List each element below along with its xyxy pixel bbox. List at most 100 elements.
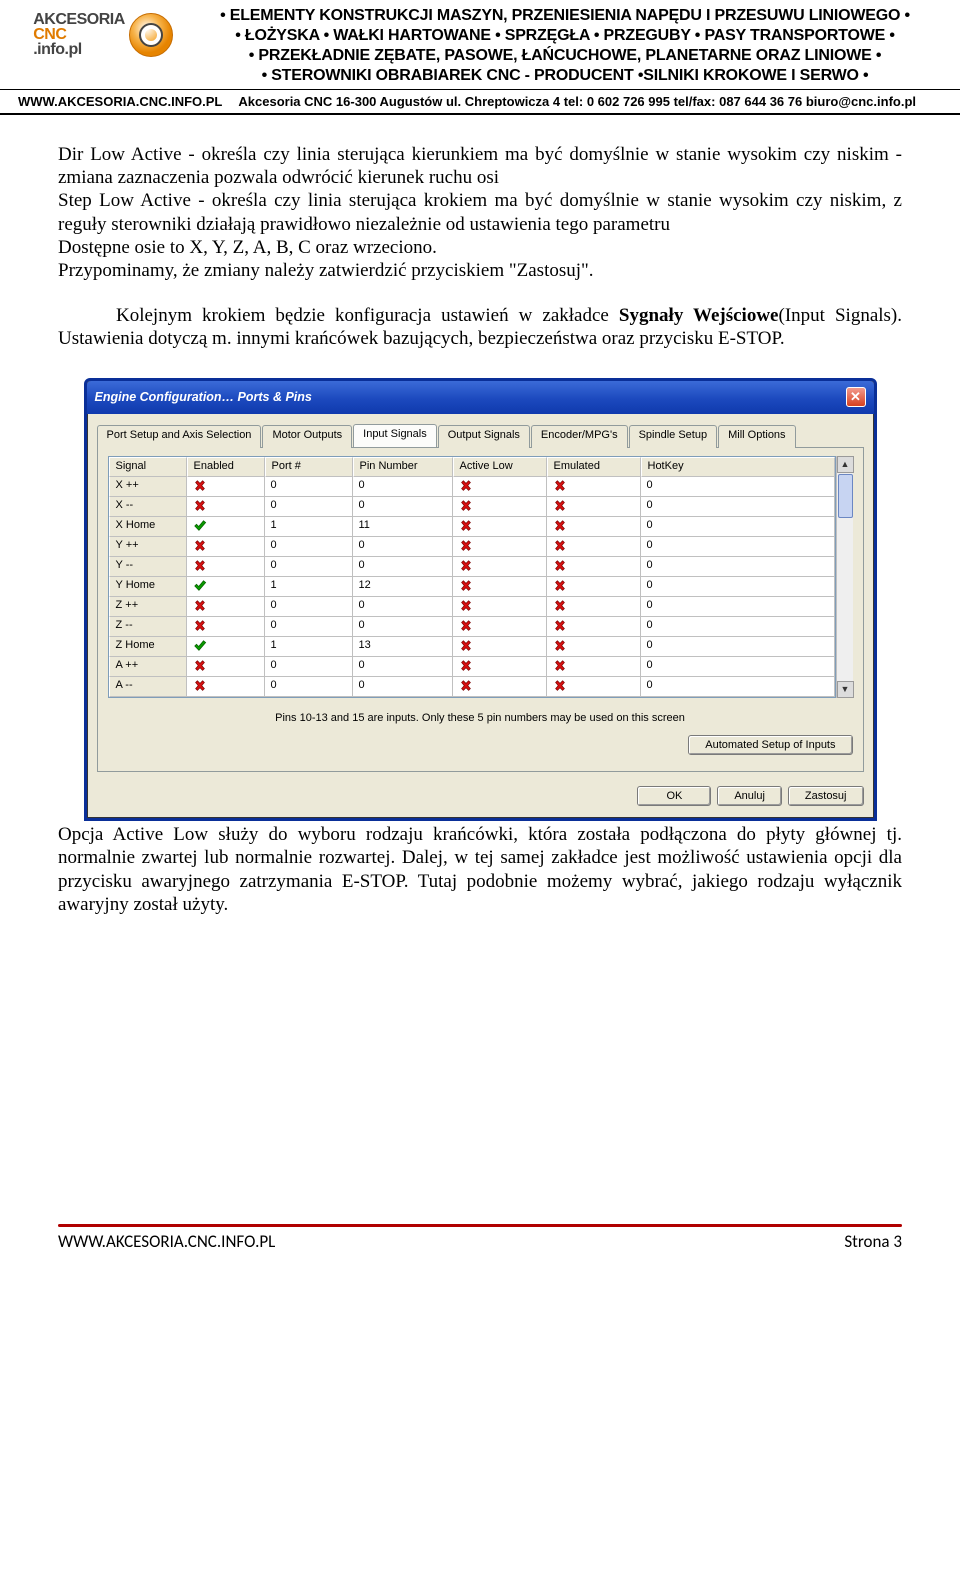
banner-line-1: • ELEMENTY KONSTRUKCJI MASZYN, PRZENIESI… [188,6,942,26]
arrow-up-glyph: ▲ [841,459,850,470]
cross-icon[interactable] [453,517,547,537]
col-header-signal[interactable]: Signal [109,457,187,477]
cross-icon[interactable] [547,617,641,637]
cell-hotkey[interactable]: 0 [641,597,835,617]
cancel-button[interactable]: Anuluj [717,786,782,806]
cell-hotkey[interactable]: 0 [641,577,835,597]
col-header-enabled[interactable]: Enabled [187,457,265,477]
check-icon[interactable] [187,577,265,597]
cross-icon[interactable] [453,537,547,557]
cross-icon[interactable] [187,557,265,577]
cross-icon[interactable] [547,637,641,657]
cell-port[interactable]: 0 [265,537,353,557]
cross-icon[interactable] [547,557,641,577]
cross-icon[interactable] [453,657,547,677]
tab-motor-outputs[interactable]: Motor Outputs [262,425,352,447]
cell-pin-number[interactable]: 0 [353,597,453,617]
automated-setup-button[interactable]: Automated Setup of Inputs [688,735,852,755]
logo-block: AKCESORIA CNC .info.pl [18,6,188,86]
cell-pin-number[interactable]: 0 [353,537,453,557]
cell-hotkey[interactable]: 0 [641,637,835,657]
col-header-active-low[interactable]: Active Low [453,457,547,477]
cell-signal: Y ++ [109,537,187,557]
tab-mill-options[interactable]: Mill Options [718,425,795,447]
scroll-up-icon[interactable]: ▲ [837,456,854,473]
cell-port[interactable]: 1 [265,517,353,537]
cell-port[interactable]: 0 [265,557,353,577]
check-icon[interactable] [187,517,265,537]
cell-hotkey[interactable]: 0 [641,657,835,677]
tab-input-signals[interactable]: Input Signals [353,424,437,446]
cross-icon[interactable] [547,677,641,697]
cross-icon[interactable] [547,537,641,557]
cell-pin-number[interactable]: 0 [353,497,453,517]
check-icon[interactable] [187,637,265,657]
col-header-hotkey[interactable]: HotKey [641,457,835,477]
cross-icon[interactable] [453,617,547,637]
cross-icon[interactable] [453,497,547,517]
cell-port[interactable]: 0 [265,617,353,637]
tab-spindle-setup[interactable]: Spindle Setup [629,425,718,447]
apply-button[interactable]: Zastosuj [788,786,864,806]
cross-icon[interactable] [547,597,641,617]
cell-hotkey[interactable]: 0 [641,617,835,637]
col-header-port[interactable]: Port # [265,457,353,477]
cross-icon[interactable] [547,517,641,537]
cell-pin-number[interactable]: 0 [353,677,453,697]
cross-icon[interactable] [453,637,547,657]
vertical-scrollbar[interactable]: ▲ ▼ [836,456,853,698]
tab-port-setup-and-axis-selection[interactable]: Port Setup and Axis Selection [97,425,262,447]
cross-icon[interactable] [547,477,641,497]
dialog-titlebar: Engine Configuration… Ports & Pins ✕ [87,381,874,414]
cross-icon[interactable] [453,677,547,697]
table-row: Y Home1120 [109,577,835,597]
cell-port[interactable]: 0 [265,497,353,517]
cross-icon[interactable] [187,617,265,637]
cell-hotkey[interactable]: 0 [641,677,835,697]
cross-icon[interactable] [547,577,641,597]
cell-hotkey[interactable]: 0 [641,557,835,577]
cross-icon[interactable] [187,497,265,517]
cell-hotkey[interactable]: 0 [641,537,835,557]
logo-word-sub: .info.pl [33,42,125,57]
cell-hotkey[interactable]: 0 [641,477,835,497]
tab-encoder-mpg-s[interactable]: Encoder/MPG's [531,425,628,447]
cell-signal: Y -- [109,557,187,577]
cross-icon[interactable] [547,657,641,677]
cross-icon[interactable] [453,477,547,497]
cell-pin-number[interactable]: 12 [353,577,453,597]
cross-icon[interactable] [187,477,265,497]
col-header-pin-number[interactable]: Pin Number [353,457,453,477]
cell-pin-number[interactable]: 11 [353,517,453,537]
close-icon[interactable]: ✕ [846,387,866,407]
cross-icon[interactable] [453,577,547,597]
scroll-thumb[interactable] [838,474,853,518]
cell-pin-number[interactable]: 0 [353,617,453,637]
cell-pin-number[interactable]: 13 [353,637,453,657]
cell-port[interactable]: 0 [265,657,353,677]
cell-port[interactable]: 0 [265,597,353,617]
col-header-emulated[interactable]: Emulated [547,457,641,477]
cell-port[interactable]: 0 [265,477,353,497]
cell-hotkey[interactable]: 0 [641,517,835,537]
cell-port[interactable]: 1 [265,637,353,657]
cell-hotkey[interactable]: 0 [641,497,835,517]
cell-port[interactable]: 1 [265,577,353,597]
cell-port[interactable]: 0 [265,677,353,697]
cell-pin-number[interactable]: 0 [353,477,453,497]
pins-hint-text: Pins 10-13 and 15 are inputs. Only these… [108,712,853,725]
para5-bold: Sygnały Wejściowe [619,305,779,326]
cross-icon[interactable] [453,557,547,577]
ok-button[interactable]: OK [637,786,711,806]
cross-icon[interactable] [187,677,265,697]
scroll-down-icon[interactable]: ▼ [837,681,854,698]
tab-output-signals[interactable]: Output Signals [438,425,530,447]
cell-pin-number[interactable]: 0 [353,557,453,577]
cell-pin-number[interactable]: 0 [353,657,453,677]
banner-line-3: • PRZEKŁADNIE ZĘBATE, PASOWE, ŁAŃCUCHOWE… [188,46,942,66]
cross-icon[interactable] [453,597,547,617]
cross-icon[interactable] [187,537,265,557]
cross-icon[interactable] [187,657,265,677]
cross-icon[interactable] [547,497,641,517]
cross-icon[interactable] [187,597,265,617]
